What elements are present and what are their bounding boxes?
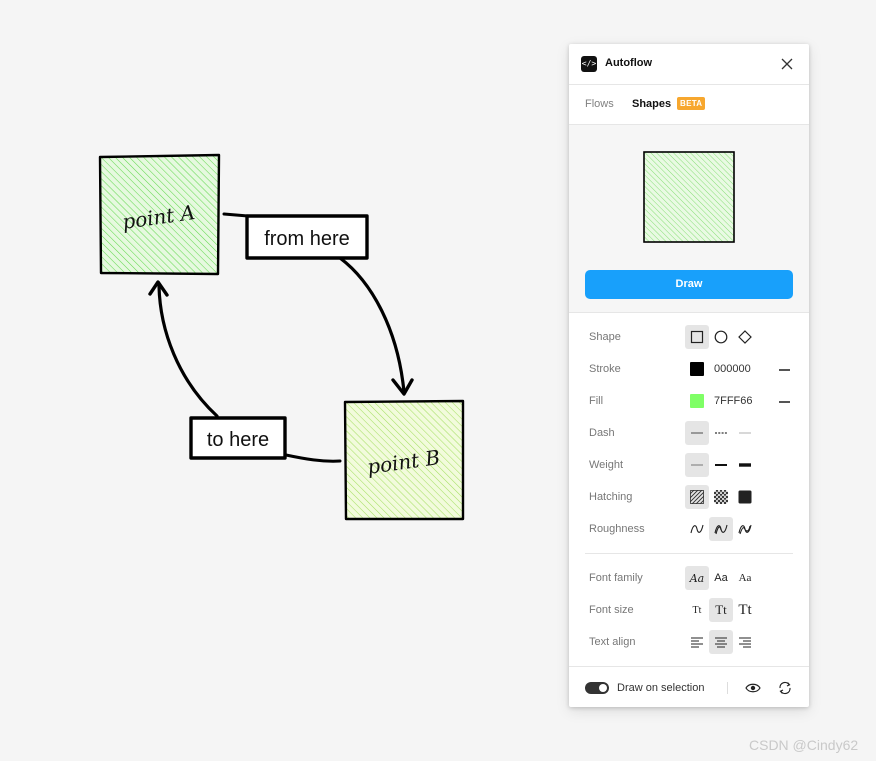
font-sample-serif: Aa xyxy=(738,572,752,584)
diamond-icon xyxy=(738,330,752,344)
weight-label: Weight xyxy=(589,459,624,471)
draw-on-selection-label: Draw on selection xyxy=(617,682,705,694)
dash-solid-option[interactable] xyxy=(685,421,709,445)
font-family-serif-option[interactable]: Aa xyxy=(733,566,757,590)
hatching-solid-option[interactable] xyxy=(733,485,757,509)
font-sample-sans: Aa xyxy=(714,572,728,584)
footer-separator xyxy=(727,682,728,694)
align-center-icon xyxy=(715,637,727,648)
text-align-right-option[interactable] xyxy=(733,630,757,654)
text-align-label: Text align xyxy=(589,636,636,648)
font-size-large-sample: Tt xyxy=(738,601,752,618)
draw-on-selection-toggle[interactable] xyxy=(585,682,609,694)
watermark: CSDN @Cindy62 xyxy=(749,737,859,753)
roughness-medium-icon xyxy=(714,524,728,535)
close-icon[interactable] xyxy=(779,56,795,72)
hatching-cross-option[interactable] xyxy=(709,485,733,509)
font-size-medium-option[interactable]: Tt xyxy=(709,598,733,622)
font-family-sans-option[interactable]: Aa xyxy=(709,566,733,590)
fill-remove-button[interactable] xyxy=(779,401,790,403)
weight-bold-option[interactable] xyxy=(733,453,757,477)
eye-icon[interactable] xyxy=(745,680,761,696)
panel-title: Autoflow xyxy=(605,57,653,69)
roughness-high-icon xyxy=(738,524,752,535)
beta-badge: BETA xyxy=(677,97,706,110)
label-from-here[interactable]: from here xyxy=(245,214,369,260)
stroke-color-swatch[interactable] xyxy=(690,362,704,376)
ellipse-icon xyxy=(714,330,728,344)
code-icon: </> xyxy=(581,56,597,72)
font-size-small-option[interactable]: Tt xyxy=(685,598,709,622)
hachure-icon xyxy=(690,490,704,504)
dash-dashed-option[interactable] xyxy=(709,421,733,445)
dash-label: Dash xyxy=(589,427,615,439)
refresh-icon[interactable] xyxy=(777,680,793,696)
stroke-label: Stroke xyxy=(589,363,621,375)
font-size-medium-sample: Tt xyxy=(715,602,727,617)
font-size-large-option[interactable]: Tt xyxy=(733,598,757,622)
tab-bar: Flows Shapes BETA xyxy=(569,85,809,125)
font-family-hand-option[interactable]: Aa xyxy=(685,566,709,590)
shape-diamond-option[interactable] xyxy=(733,325,757,349)
weight-thin-option[interactable] xyxy=(685,453,709,477)
autoflow-panel: </> Autoflow Flows Shapes BETA Draw Shap… xyxy=(569,44,809,707)
solid-fill-icon xyxy=(738,490,752,504)
dash-dotted-option[interactable] xyxy=(733,421,757,445)
align-left-icon xyxy=(691,637,703,648)
text-align-center-option[interactable] xyxy=(709,630,733,654)
fill-label: Fill xyxy=(589,395,604,407)
label-to-here-text: to here xyxy=(207,429,269,451)
shape-ellipse-option[interactable] xyxy=(709,325,733,349)
roughness-label: Roughness xyxy=(589,523,645,535)
tab-flows[interactable]: Flows xyxy=(585,98,614,110)
shape-preview xyxy=(643,151,735,243)
fill-hex-value[interactable]: 7FFF66 xyxy=(714,395,753,407)
font-sample-hand: Aa xyxy=(689,571,705,585)
shape-preview-area: Draw xyxy=(569,125,809,313)
rectangle-icon xyxy=(690,330,704,344)
roughness-high-option[interactable] xyxy=(733,517,757,541)
dash-solid-icon xyxy=(691,432,703,434)
label-from-here-text: from here xyxy=(264,228,350,250)
panel-header: </> Autoflow xyxy=(569,44,809,85)
stroke-hex-value[interactable]: 000000 xyxy=(714,363,751,375)
roughness-low-option[interactable] xyxy=(685,517,709,541)
label-to-here[interactable]: to here xyxy=(189,416,287,460)
section-divider xyxy=(585,553,793,554)
roughness-medium-option[interactable] xyxy=(709,517,733,541)
panel-footer: Draw on selection xyxy=(569,666,809,708)
weight-medium-icon xyxy=(715,464,727,466)
weight-thin-icon xyxy=(691,464,703,466)
cross-hatch-icon xyxy=(714,490,728,504)
dash-dashed-icon xyxy=(715,432,727,434)
fill-color-swatch[interactable] xyxy=(690,394,704,408)
font-size-label: Font size xyxy=(589,604,634,616)
weight-medium-option[interactable] xyxy=(709,453,733,477)
font-size-small-sample: Tt xyxy=(692,604,702,616)
dash-light-icon xyxy=(739,432,751,434)
shape-rectangle-option[interactable] xyxy=(685,325,709,349)
tab-shapes[interactable]: Shapes xyxy=(632,98,671,110)
roughness-low-icon xyxy=(690,524,704,534)
font-family-label: Font family xyxy=(589,572,643,584)
stroke-remove-button[interactable] xyxy=(779,369,790,371)
align-right-icon xyxy=(739,637,751,648)
shape-label: Shape xyxy=(589,331,621,343)
node-point-a[interactable]: point A xyxy=(98,153,221,276)
node-point-b[interactable]: point B xyxy=(343,399,465,521)
weight-bold-icon xyxy=(739,463,751,467)
text-align-left-option[interactable] xyxy=(685,630,709,654)
hatching-hachure-option[interactable] xyxy=(685,485,709,509)
draw-button[interactable]: Draw xyxy=(585,270,793,299)
hatching-label: Hatching xyxy=(589,491,633,503)
